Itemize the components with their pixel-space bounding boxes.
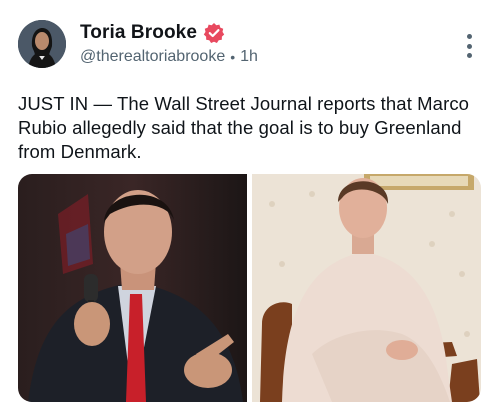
- avatar-image: [18, 20, 66, 68]
- media-grid: [18, 174, 481, 402]
- meta-separator: •: [230, 49, 236, 65]
- author-meta: @therealtoriabrooke • 1h: [80, 48, 258, 66]
- more-vertical-icon[interactable]: [464, 34, 474, 58]
- media-image-left: [18, 174, 247, 402]
- author-name[interactable]: Toria Brooke: [80, 22, 197, 44]
- photo-man-speaking-microphone[interactable]: [18, 174, 247, 402]
- post-time[interactable]: 1h: [240, 48, 258, 66]
- more-dot: [466, 34, 472, 39]
- tweet-text: JUST IN — The Wall Street Journal report…: [18, 93, 470, 162]
- tweet-card: Toria Brooke @therealtoriabrooke • 1h JU…: [0, 0, 500, 420]
- more-dot: [466, 43, 472, 49]
- author-handle[interactable]: @therealtoriabrooke: [80, 48, 225, 66]
- tweet-header: Toria Brooke @therealtoriabrooke • 1h: [80, 21, 258, 66]
- verified-badge-icon: [203, 23, 225, 43]
- more-dot: [466, 53, 472, 58]
- photo-woman-seated-chair[interactable]: [252, 174, 481, 402]
- avatar[interactable]: [18, 20, 66, 68]
- media-image-right: [252, 174, 481, 402]
